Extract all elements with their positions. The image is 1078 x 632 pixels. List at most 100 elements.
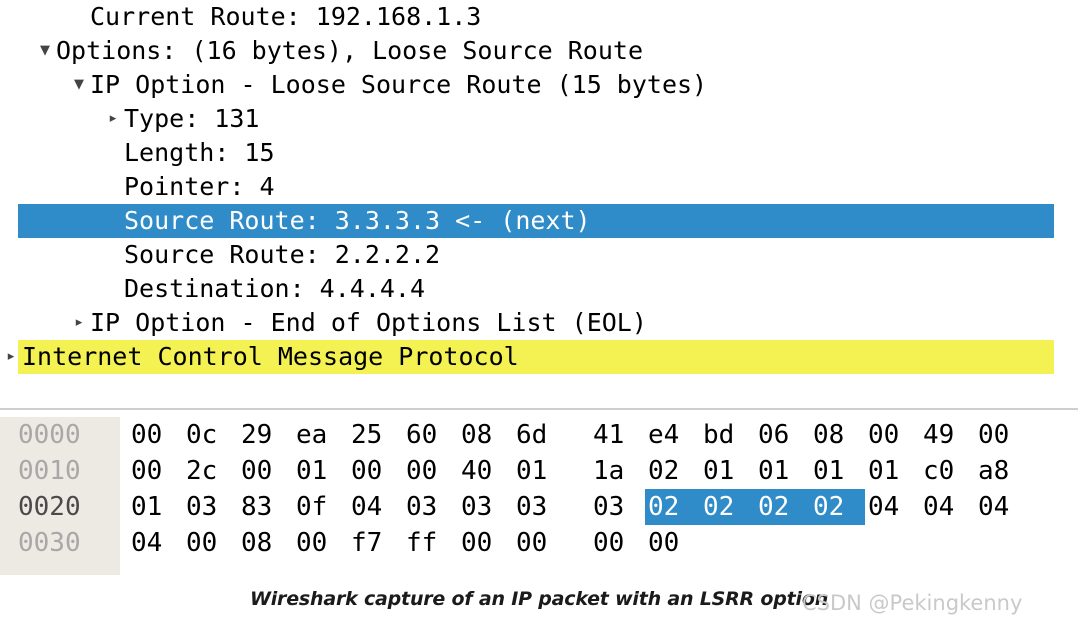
hex-byte[interactable]: 01 — [700, 453, 755, 489]
hex-byte[interactable]: e4 — [645, 417, 700, 453]
hex-dump-pane[interactable]: 0000 00 0c 29 ea 25 60 08 6d 41 e4 bd 06 08 00 49 00 0010… — [0, 417, 1078, 575]
hex-byte[interactable]: 04 — [975, 489, 1030, 525]
hex-byte[interactable]: 00 — [128, 417, 183, 453]
caption-area: Wireshark capture of an IP packet with a… — [0, 578, 1078, 632]
hex-byte[interactable]: 02 — [645, 453, 700, 489]
hex-byte[interactable]: 01 — [513, 453, 568, 489]
hex-byte[interactable]: 02 — [645, 489, 700, 525]
hex-byte[interactable]: 0c — [183, 417, 238, 453]
tree-row-label: Options: (16 bytes), Loose Source Route — [56, 36, 643, 65]
hex-byte[interactable]: 01 — [128, 489, 183, 525]
hex-dump-row[interactable]: 0000 00 0c 29 ea 25 60 08 6d 41 e4 bd 06 08 00 49 00 — [0, 417, 1078, 453]
hex-byte[interactable]: 00 — [458, 525, 513, 561]
hex-byte[interactable]: 60 — [403, 417, 458, 453]
hex-byte[interactable]: 00 — [293, 525, 348, 561]
hex-byte[interactable]: 41 — [590, 417, 645, 453]
hex-byte[interactable]: 06 — [755, 417, 810, 453]
hex-byte[interactable]: 01 — [865, 453, 920, 489]
tree-row-label: Source Route: 3.3.3.3 <- (next) — [124, 206, 591, 235]
hex-byte[interactable]: a8 — [975, 453, 1030, 489]
hex-byte-group: 00 2c 00 01 00 00 40 01 1a 02 01 01 01 01 c0 a8 — [128, 453, 1030, 489]
hex-byte[interactable]: 00 — [183, 525, 238, 561]
hex-offset-label: 0020 — [18, 492, 81, 522]
tree-row-label: Internet Control Message Protocol — [22, 342, 519, 371]
hex-byte[interactable]: ff — [403, 525, 458, 561]
hex-byte[interactable]: 04 — [128, 525, 183, 561]
hex-offset-label: 0030 — [18, 528, 81, 558]
chevron-right-icon[interactable]: ▸ — [70, 306, 88, 340]
hex-byte[interactable]: 0f — [293, 489, 348, 525]
tree-row-label: Current Route: 192.168.1.3 — [90, 2, 482, 31]
tree-row-options[interactable]: ▼ Options: (16 bytes), Loose Source Route — [0, 34, 1078, 68]
hex-byte[interactable]: 00 — [865, 417, 920, 453]
tree-row-source-route-3[interactable]: Source Route: 3.3.3.3 <- (next) — [0, 204, 1078, 238]
hex-byte[interactable]: 29 — [238, 417, 293, 453]
tree-row-label: IP Option - Loose Source Route (15 bytes… — [90, 70, 708, 99]
hex-byte[interactable]: bd — [700, 417, 755, 453]
hex-byte-group: 00 0c 29 ea 25 60 08 6d 41 e4 bd 06 08 00 49 00 — [128, 417, 1030, 453]
hex-byte[interactable]: 1a — [590, 453, 645, 489]
hex-byte-group: 01 03 83 0f 04 03 03 03 03 02 02 02 02 04 04 04 — [128, 489, 1030, 525]
hex-byte[interactable]: 00 — [590, 525, 645, 561]
tree-row-label: IP Option - End of Options List (EOL) — [90, 308, 647, 337]
hex-dump-row[interactable]: 0010 00 2c 00 01 00 00 40 01 1a 02 01 01 01 01 c0 a8 — [0, 453, 1078, 489]
tree-row-source-route-2[interactable]: Source Route: 2.2.2.2 — [0, 238, 1078, 272]
hex-byte[interactable]: 49 — [920, 417, 975, 453]
tree-row-type[interactable]: ▸ Type: 131 — [0, 102, 1078, 136]
tree-row-label: Destination: 4.4.4.4 — [124, 274, 426, 303]
packet-detail-tree-pane[interactable]: Current Route: 192.168.1.3 ▼ Options: (16 … — [0, 0, 1078, 408]
hex-byte[interactable]: 03 — [403, 489, 458, 525]
tree-row-label: Type: 131 — [124, 104, 260, 133]
tree-row-current-route[interactable]: Current Route: 192.168.1.3 — [0, 0, 1078, 34]
hex-byte[interactable]: c0 — [920, 453, 975, 489]
chevron-right-icon[interactable]: ▸ — [104, 102, 122, 136]
hex-byte[interactable]: 01 — [755, 453, 810, 489]
hex-byte[interactable]: 03 — [183, 489, 238, 525]
hex-byte-group: 04 00 08 00 f7 ff 00 00 00 00 — [128, 525, 700, 561]
hex-byte[interactable]: 2c — [183, 453, 238, 489]
hex-byte[interactable]: 00 — [513, 525, 568, 561]
hex-byte[interactable]: 08 — [458, 417, 513, 453]
watermark-label: CSDN @Pekingkenny — [802, 591, 1023, 615]
tree-row-label: Length: 15 — [124, 138, 275, 167]
hex-byte[interactable]: 00 — [403, 453, 458, 489]
hex-byte[interactable]: 02 — [755, 489, 810, 525]
hex-byte[interactable]: 00 — [348, 453, 403, 489]
hex-byte[interactable]: 08 — [238, 525, 293, 561]
hex-byte[interactable]: 00 — [975, 417, 1030, 453]
tree-row-ip-option-eol[interactable]: ▸ IP Option - End of Options List (EOL) — [0, 306, 1078, 340]
hex-byte[interactable]: 25 — [348, 417, 403, 453]
chevron-down-icon[interactable]: ▼ — [70, 68, 88, 102]
tree-row-icmp[interactable]: ▸ Internet Control Message Protocol — [0, 340, 1078, 374]
hex-byte[interactable]: 02 — [700, 489, 755, 525]
tree-row-label: Source Route: 2.2.2.2 — [124, 240, 441, 269]
hex-byte[interactable]: 00 — [238, 453, 293, 489]
hex-byte[interactable]: 04 — [920, 489, 975, 525]
hex-byte[interactable]: f7 — [348, 525, 403, 561]
hex-byte[interactable]: 03 — [458, 489, 513, 525]
hex-byte[interactable]: 03 — [590, 489, 645, 525]
hex-byte[interactable]: 08 — [810, 417, 865, 453]
hex-byte[interactable]: 00 — [128, 453, 183, 489]
hex-byte[interactable]: 83 — [238, 489, 293, 525]
hex-byte[interactable]: 6d — [513, 417, 568, 453]
hex-byte[interactable]: 01 — [810, 453, 865, 489]
chevron-right-icon[interactable]: ▸ — [2, 340, 20, 374]
tree-row-label: Pointer: 4 — [124, 172, 275, 201]
tree-row-pointer[interactable]: Pointer: 4 — [0, 170, 1078, 204]
chevron-down-icon[interactable]: ▼ — [36, 34, 54, 68]
hex-byte[interactable]: 02 — [810, 489, 865, 525]
tree-row-length[interactable]: Length: 15 — [0, 136, 1078, 170]
tree-row-ip-option-lsrr[interactable]: ▼ IP Option - Loose Source Route (15 byte… — [0, 68, 1078, 102]
tree-row-destination[interactable]: Destination: 4.4.4.4 — [0, 272, 1078, 306]
hex-dump-row[interactable]: 0030 04 00 08 00 f7 ff 00 00 00 00 — [0, 525, 1078, 561]
hex-byte[interactable]: 04 — [348, 489, 403, 525]
hex-byte[interactable]: 40 — [458, 453, 513, 489]
hex-byte[interactable]: 04 — [865, 489, 920, 525]
hex-dump-row[interactable]: 0020 01 03 83 0f 04 03 03 03 03 02 02 02 02 04 04 04 — [0, 489, 1078, 525]
hex-byte[interactable]: 03 — [513, 489, 568, 525]
hex-byte[interactable]: ea — [293, 417, 348, 453]
hex-byte[interactable]: 00 — [645, 525, 700, 561]
hex-byte[interactable]: 01 — [293, 453, 348, 489]
hex-offset-label: 0010 — [18, 456, 81, 486]
